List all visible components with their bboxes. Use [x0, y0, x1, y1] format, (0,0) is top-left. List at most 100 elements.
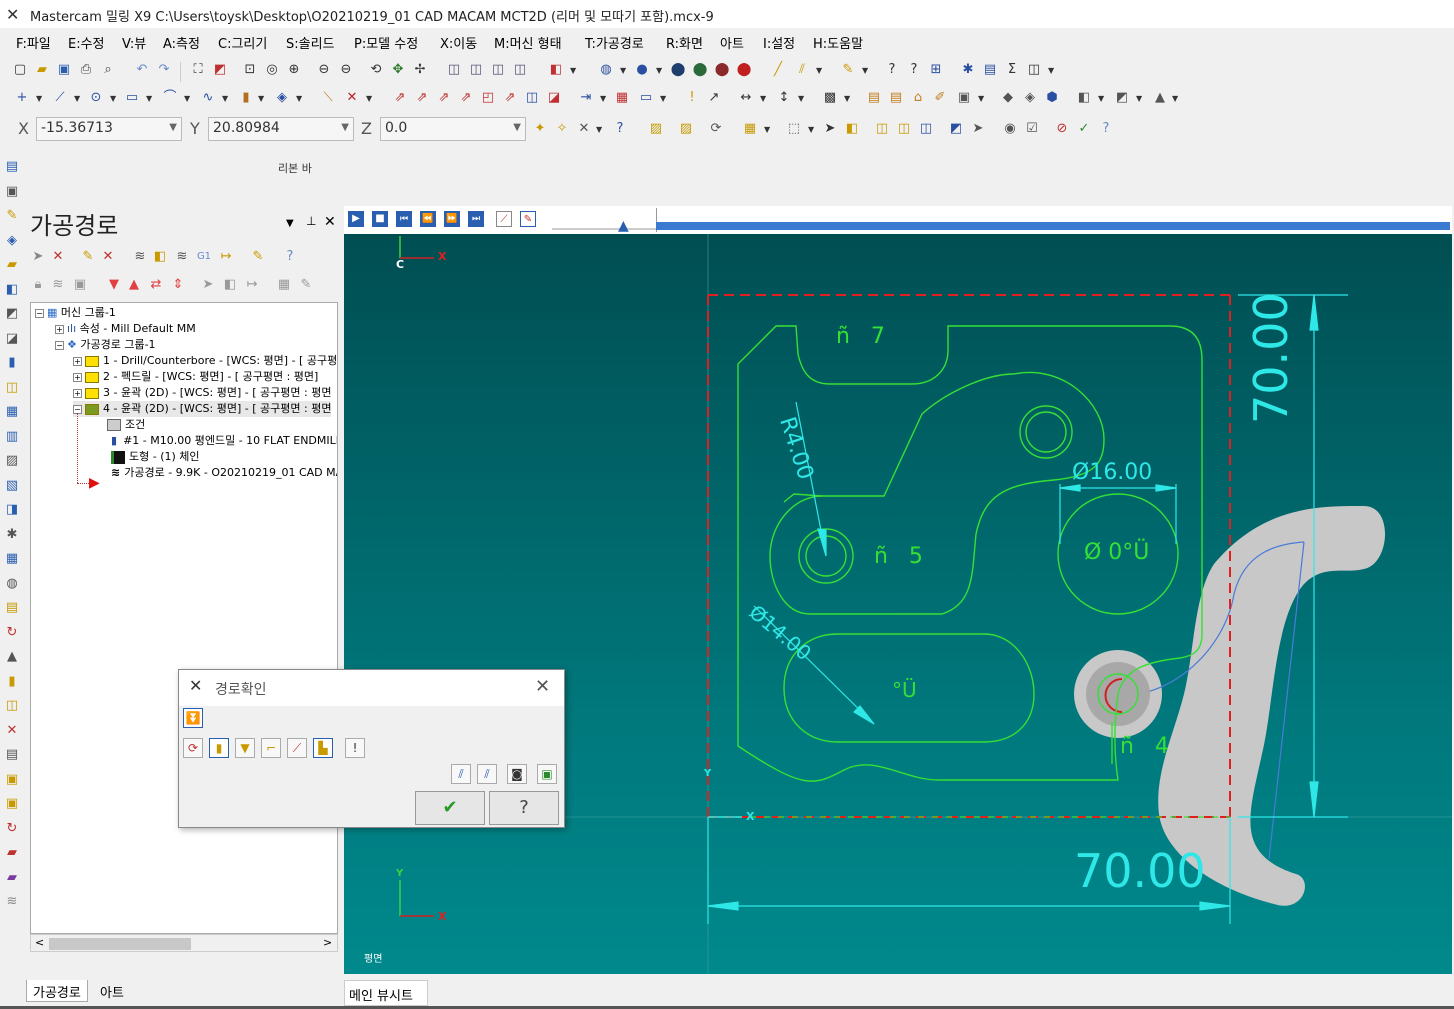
face-icon[interactable]: ◫ — [918, 121, 934, 137]
toggle-post-icon[interactable]: ▣ — [72, 277, 88, 293]
cancel-icon[interactable]: ✕ — [4, 723, 20, 739]
stock-icon[interactable]: ▰ — [4, 257, 20, 273]
spline-icon[interactable]: ∿ — [200, 90, 216, 106]
drill-icon[interactable]: ▮ — [4, 355, 20, 371]
backplot-icon[interactable]: ≋ — [132, 249, 148, 265]
scroll-thumb[interactable] — [49, 938, 191, 950]
highfeed-icon[interactable]: ✎ — [250, 249, 266, 265]
shaded-solid-icon[interactable]: ⬤ — [670, 62, 686, 78]
planes-icon[interactable]: ◧ — [1076, 90, 1092, 106]
ok-circle-icon[interactable]: ✓ — [1076, 121, 1092, 137]
scroll-arrow-icon[interactable]: ⇕ — [170, 277, 186, 293]
post-g1-icon[interactable]: G1 — [196, 249, 212, 265]
tree-parameters[interactable]: 조건 — [107, 417, 145, 433]
print-preview-icon[interactable]: ⌕ — [100, 62, 116, 78]
eraser-icon[interactable]: ✐ — [932, 90, 948, 106]
info-icon[interactable]: ! — [345, 738, 365, 758]
zoom-in-icon[interactable]: ⊕ — [286, 62, 302, 78]
xform-offset-icon[interactable]: ◰ — [480, 90, 496, 106]
arch-icon[interactable]: ⌂ — [910, 90, 926, 106]
simulate-icon[interactable]: ≋ — [174, 249, 190, 265]
display-tool-icon[interactable]: ▮ — [209, 738, 229, 758]
multiaxis-icon[interactable]: ◍ — [4, 576, 20, 592]
stack-two-icon[interactable]: ≋ — [4, 894, 20, 910]
quick-verify-icon[interactable]: ▙ — [313, 738, 333, 758]
tab-art[interactable]: 아트 — [94, 980, 130, 1002]
tree-filter-icon[interactable]: ✎ — [298, 277, 314, 293]
cube-blue-icon[interactable]: ◨ — [4, 502, 20, 518]
new-file-icon[interactable]: ▢ — [12, 62, 28, 78]
rectangle-icon[interactable]: ▭ — [124, 90, 140, 106]
progress-bar[interactable] — [656, 222, 1450, 230]
menu-xform[interactable]: X:이동 — [440, 33, 477, 52]
surface-two-icon[interactable]: ◪ — [4, 331, 20, 347]
collapse-icon[interactable]: ▦ — [276, 277, 292, 293]
play-icon[interactable]: ▶ — [348, 211, 364, 227]
grid-icon[interactable]: ▦ — [4, 551, 20, 567]
unzoom-icon[interactable]: ⊖ — [316, 62, 332, 78]
select-all-ops-icon[interactable]: ➤ — [30, 249, 46, 265]
y-coord-input[interactable]: 20.80984 ▼ — [208, 117, 354, 141]
dynamic-rotate-icon[interactable]: ✢ — [412, 62, 428, 78]
toggle-display-icon[interactable]: ≋ — [50, 277, 66, 293]
trace-icon[interactable]: ⟋ — [496, 211, 512, 227]
transform-icon[interactable]: ↻ — [4, 625, 20, 641]
save-path-icon[interactable]: ⫽ — [451, 764, 471, 784]
gear-icon[interactable]: ✱ — [4, 527, 20, 543]
display-holder-icon[interactable]: ▼ — [235, 738, 255, 758]
tree-operation-2[interactable]: +2 - 펙드릴 - [WCS: 평면] - [ 공구평면 : 평면] — [73, 369, 318, 385]
save-geometry-icon[interactable]: ▣ — [537, 764, 557, 784]
wireframe-icon[interactable]: ◍ — [598, 62, 614, 78]
tree-tool[interactable]: ▮ #1 - M10.00 평엔드밀 - 10 FLAT ENDMILL — [111, 433, 337, 449]
toolpath-icon[interactable]: ▤ — [4, 159, 20, 175]
zoom-window-icon[interactable]: ⊡ — [242, 62, 258, 78]
fit-icon[interactable]: ⛶ — [190, 62, 206, 78]
body-icon[interactable]: ◩ — [948, 121, 964, 137]
snap-icon[interactable]: ✕ — [576, 121, 592, 137]
help-round-icon[interactable]: ? — [1098, 121, 1114, 137]
tab-main-viewsheet[interactable]: 메인 뷰시트 — [344, 980, 428, 1006]
layer-icon[interactable]: ▤ — [4, 600, 20, 616]
solid-select-icon[interactable]: ◧ — [844, 121, 860, 137]
face-icon[interactable]: ▥ — [4, 429, 20, 445]
book-icon[interactable]: ▰ — [4, 845, 20, 861]
menu-view[interactable]: V:뷰 — [122, 33, 146, 52]
tree-horizontal-scrollbar[interactable]: < > — [30, 934, 338, 952]
stop-icon[interactable]: ■ — [372, 211, 388, 227]
tab-toolpaths[interactable]: 가공경로 — [26, 980, 88, 1002]
zoom-target-icon[interactable]: ◎ — [264, 62, 280, 78]
customize-icon[interactable]: ◫ — [1026, 62, 1042, 78]
screenshot-icon[interactable]: ◙ — [507, 764, 527, 784]
xform-array-icon[interactable]: ◫ — [524, 90, 540, 106]
menu-edit[interactable]: E:수정 — [68, 33, 105, 52]
edit-icon[interactable]: ✎ — [4, 208, 20, 224]
view-top-icon[interactable]: ◫ — [446, 62, 462, 78]
panel-dropdown-icon[interactable]: ▼ — [286, 218, 294, 229]
vertex-icon[interactable]: ◫ — [874, 121, 890, 137]
fast-point-icon[interactable]: ✧ — [554, 121, 570, 137]
move-down-icon[interactable]: ▼ — [106, 277, 122, 293]
view-side-icon[interactable]: ◫ — [490, 62, 506, 78]
pan-icon[interactable]: ✥ — [390, 62, 406, 78]
tree-toolpath[interactable]: ≋가공경로 - 9.9K - O20210219_01 CAD MACAM — [111, 465, 337, 481]
menu-settings[interactable]: I:설정 — [763, 33, 795, 52]
edge-icon[interactable]: ◫ — [896, 121, 912, 137]
save-icon[interactable]: ▣ — [56, 62, 72, 78]
stack-icon[interactable]: ▤ — [4, 747, 20, 763]
statistics-icon[interactable]: ⊞ — [928, 62, 944, 78]
wcs-icon[interactable]: ◩ — [1114, 90, 1130, 106]
contour-two-icon[interactable]: ◫ — [4, 698, 20, 714]
speed-slider-thumb[interactable]: ▲ — [618, 218, 629, 234]
tree-operation-3[interactable]: +3 - 윤곽 (2D) - [WCS: 평면] - [ 공구평면 : 평면 — [73, 385, 331, 401]
ok-button[interactable]: ✔ — [415, 791, 485, 825]
scroll-right-icon[interactable]: > — [323, 936, 332, 949]
xform-mirror-icon[interactable]: ⇗ — [414, 90, 430, 106]
view-front-icon[interactable]: ◫ — [468, 62, 484, 78]
move-up-icon[interactable]: ▲ — [126, 277, 142, 293]
menu-toolpaths[interactable]: T:가공경로 — [585, 33, 644, 52]
grid-icon[interactable]: ▦ — [614, 90, 630, 106]
stock-icon[interactable]: ▤ — [866, 90, 882, 106]
line-icon[interactable]: ⟋ — [52, 90, 68, 106]
box-icon[interactable]: ▣ — [4, 772, 20, 788]
display-endpoints-icon[interactable]: ⟋ — [287, 738, 307, 758]
